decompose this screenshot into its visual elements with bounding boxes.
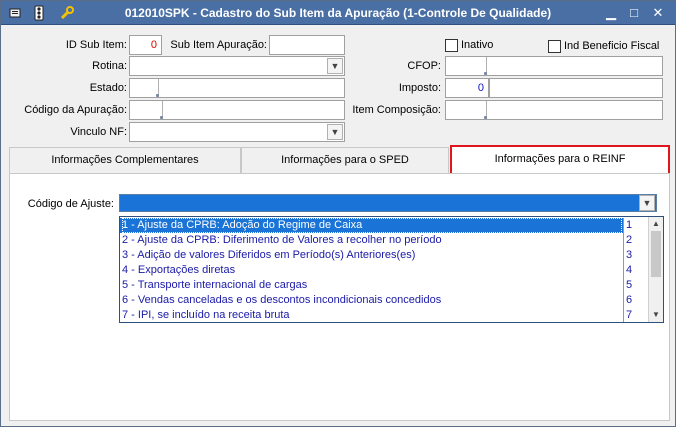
dropdown-scrollbar[interactable]: ▲ ▼ bbox=[648, 217, 663, 322]
inativo-checkbox-box[interactable] bbox=[445, 39, 458, 52]
option-code: 4 bbox=[623, 263, 649, 278]
imposto-description-field bbox=[489, 78, 663, 98]
id-sub-item-label: ID Sub Item: bbox=[65, 39, 127, 51]
dropdown-option[interactable]: 5 - Transporte internacional de cargas 5 bbox=[120, 278, 650, 293]
dropdown-option[interactable]: 2 - Ajuste da CPRB: Diferimento de Valor… bbox=[120, 233, 650, 248]
chevron-down-icon[interactable]: ▼ bbox=[327, 58, 343, 74]
sub-item-apuracao-label: Sub Item Apuração: bbox=[170, 39, 267, 51]
estado-label: Estado: bbox=[89, 82, 127, 94]
option-text: 1 - Ajuste da CPRB: Adoção do Regime de … bbox=[122, 218, 622, 233]
maximize-button[interactable]: □ bbox=[625, 4, 643, 21]
scroll-up-icon[interactable]: ▲ bbox=[649, 217, 663, 231]
tab-control: Informações Complementares Informações p… bbox=[9, 145, 670, 421]
option-code: 5 bbox=[623, 278, 649, 293]
option-text: 3 - Adição de valores Diferidos em Perío… bbox=[122, 249, 416, 261]
scroll-thumb[interactable] bbox=[651, 231, 661, 277]
dropdown-option[interactable]: 4 - Exportações diretas 4 bbox=[120, 263, 650, 278]
close-button[interactable]: ✕ bbox=[649, 4, 667, 21]
ind-beneficio-fiscal-box[interactable] bbox=[548, 40, 561, 53]
option-code: 1 bbox=[623, 218, 649, 233]
option-code: 7 bbox=[623, 308, 649, 322]
ind-beneficio-fiscal-label: Ind Beneficio Fiscal bbox=[564, 40, 660, 52]
codigo-ajuste-dropdown: 1 - Ajuste da CPRB: Adoção do Regime de … bbox=[119, 216, 664, 323]
imposto-field[interactable]: 0 bbox=[445, 78, 489, 98]
dropdown-option[interactable]: 3 - Adição de valores Diferidos em Perío… bbox=[120, 248, 650, 263]
codigo-ajuste-label: Código de Ajuste: bbox=[27, 198, 114, 210]
chevron-down-icon[interactable]: ▼ bbox=[327, 124, 343, 140]
chevron-down-icon[interactable]: ▼ bbox=[639, 195, 655, 211]
item-composicao-field[interactable] bbox=[445, 100, 663, 120]
dropdown-option[interactable]: 6 - Vendas canceladas e os descontos inc… bbox=[120, 293, 650, 308]
estado-field[interactable] bbox=[129, 78, 345, 98]
tab-informacoes-sped[interactable]: Informações para o SPED bbox=[241, 147, 449, 173]
traffic-light-icon[interactable] bbox=[31, 5, 47, 21]
inativo-label: Inativo bbox=[461, 39, 494, 51]
option-text: 7 - IPI, se incluído na receita bruta bbox=[122, 309, 290, 321]
item-composicao-lookup-marker bbox=[484, 116, 487, 119]
imposto-label: Imposto: bbox=[398, 82, 441, 94]
codigo-apuracao-field[interactable] bbox=[129, 100, 345, 120]
option-code: 2 bbox=[623, 233, 649, 248]
cfop-lookup-marker bbox=[484, 72, 487, 75]
codigo-apuracao-lookup-marker bbox=[160, 116, 163, 119]
option-code: 3 bbox=[623, 248, 649, 263]
codigo-apuracao-label: Código da Apuração: bbox=[24, 104, 127, 116]
window-title: 012010SPK - Cadastro do Sub Item da Apur… bbox=[124, 6, 552, 20]
rotina-label: Rotina: bbox=[92, 60, 127, 72]
item-composicao-label: Item Composição: bbox=[352, 104, 441, 116]
sub-item-apuracao-field[interactable] bbox=[269, 35, 345, 55]
option-code: 6 bbox=[623, 293, 649, 308]
id-sub-item-field[interactable]: 0 bbox=[129, 35, 162, 55]
tab-informacoes-complementares[interactable]: Informações Complementares bbox=[9, 147, 241, 173]
option-text: 4 - Exportações diretas bbox=[122, 264, 236, 276]
codigo-ajuste-select[interactable]: ▼ bbox=[119, 194, 657, 212]
scroll-down-icon[interactable]: ▼ bbox=[649, 308, 663, 322]
rotina-select[interactable]: ▼ bbox=[129, 56, 345, 76]
dropdown-option[interactable]: 1 - Ajuste da CPRB: Adoção do Regime de … bbox=[120, 218, 650, 233]
main-window: 012010SPK - Cadastro do Sub Item da Apur… bbox=[0, 0, 676, 427]
minimize-button[interactable]: ▁ bbox=[602, 4, 620, 21]
reinf-tab-panel: Código de Ajuste: ▼ 1 - Ajuste da CPRB: … bbox=[9, 173, 670, 421]
title-bar: 012010SPK - Cadastro do Sub Item da Apur… bbox=[1, 1, 675, 25]
ind-beneficio-fiscal-checkbox[interactable]: Ind Beneficio Fiscal bbox=[548, 38, 668, 54]
option-text: 6 - Vendas canceladas e os descontos inc… bbox=[122, 294, 442, 306]
cfop-label: CFOP: bbox=[407, 60, 441, 72]
tools-icon[interactable] bbox=[59, 5, 75, 21]
vinculo-nf-label: Vinculo NF: bbox=[70, 126, 127, 138]
option-text: 5 - Transporte internacional de cargas bbox=[122, 279, 308, 291]
inativo-checkbox[interactable]: Inativo bbox=[445, 37, 525, 53]
window-menu-icon[interactable] bbox=[9, 5, 25, 21]
dropdown-option[interactable]: 7 - IPI, se incluído na receita bruta 7 bbox=[120, 308, 650, 322]
cfop-field[interactable] bbox=[445, 56, 663, 76]
option-text: 2 - Ajuste da CPRB: Diferimento de Valor… bbox=[122, 234, 442, 246]
vinculo-nf-select[interactable]: ▼ bbox=[129, 122, 345, 142]
estado-lookup-marker bbox=[156, 94, 159, 97]
